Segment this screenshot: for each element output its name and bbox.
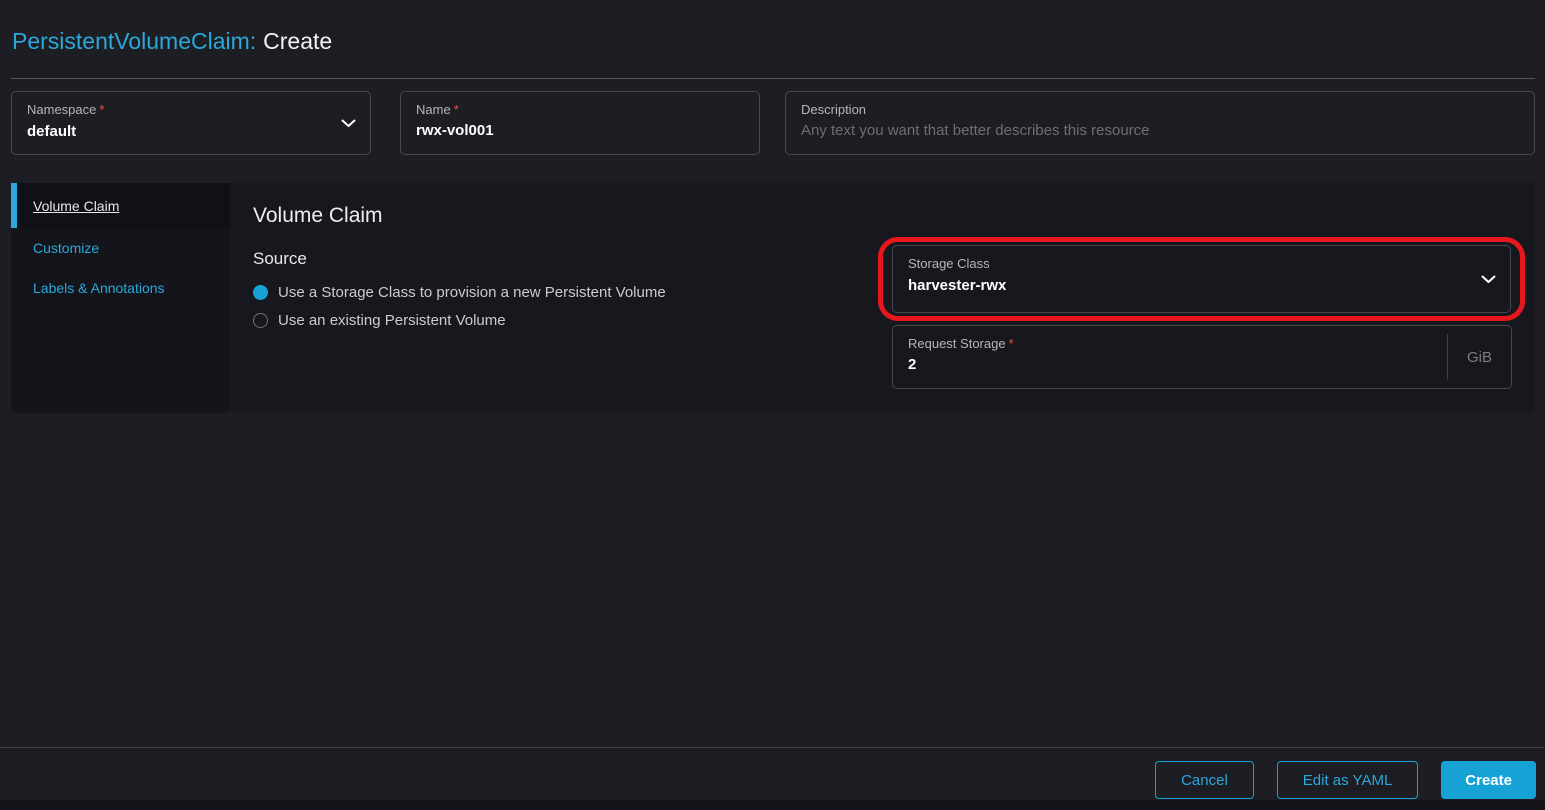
cancel-button[interactable]: Cancel	[1155, 761, 1254, 799]
radio-use-existing-pv-label: Use an existing Persistent Volume	[278, 312, 506, 329]
tab-labels-annotations-label: Labels & Annotations	[33, 280, 165, 296]
required-marker: *	[454, 102, 459, 117]
footer-actions: Cancel Edit as YAML Create	[1155, 761, 1536, 799]
storage-class-value: harvester-rwx	[908, 277, 1495, 294]
tab-customize-label: Customize	[33, 240, 99, 256]
storage-class-label: Storage Class	[908, 256, 1495, 271]
tab-customize[interactable]: Customize	[11, 228, 230, 268]
pvc-create-page: PersistentVolumeClaim: Create Namespace* …	[0, 0, 1545, 810]
namespace-label-text: Namespace	[27, 102, 96, 117]
create-button[interactable]: Create	[1441, 761, 1536, 799]
request-storage-unit: GiB	[1447, 334, 1511, 380]
request-storage-input[interactable]	[908, 356, 1432, 373]
page-title-action: Create	[263, 28, 332, 54]
request-storage-label: Request Storage*	[908, 336, 1432, 351]
radio-use-storage-class-label: Use a Storage Class to provision a new P…	[278, 284, 666, 301]
storage-class-annotation-ring: Storage Class harvester-rwx	[878, 237, 1525, 321]
footer: Cancel Edit as YAML Create	[0, 748, 1545, 810]
namespace-value: default	[27, 123, 355, 140]
tab-volume-claim-label: Volume Claim	[33, 198, 119, 214]
page-title-resource: PersistentVolumeClaim:	[12, 28, 256, 54]
name-input[interactable]	[416, 122, 744, 139]
page-title: PersistentVolumeClaim: Create	[12, 27, 332, 55]
chevron-down-icon	[341, 119, 356, 128]
radio-unselected-icon[interactable]	[253, 313, 268, 328]
tab-labels-annotations[interactable]: Labels & Annotations	[11, 268, 230, 308]
panel-heading: Volume Claim	[253, 203, 1512, 229]
required-marker: *	[99, 102, 104, 117]
request-storage-label-text: Request Storage	[908, 336, 1006, 351]
radio-selected-icon[interactable]	[253, 285, 268, 300]
description-field: Description	[785, 91, 1535, 155]
header-divider	[11, 78, 1535, 79]
tab-container: Volume Claim Customize Labels & Annotati…	[11, 183, 1535, 413]
name-field: Name*	[400, 91, 760, 155]
tab-volume-claim[interactable]: Volume Claim	[11, 183, 230, 228]
tab-body-volume-claim: Volume Claim Source Use a Storage Class …	[230, 183, 1535, 413]
namespace-label: Namespace*	[27, 102, 355, 117]
request-storage-field: Request Storage* GiB	[892, 325, 1512, 389]
request-storage-main: Request Storage*	[893, 326, 1447, 388]
edit-as-yaml-button[interactable]: Edit as YAML	[1277, 761, 1419, 799]
description-label: Description	[801, 102, 1519, 117]
required-marker: *	[1009, 336, 1014, 351]
metadata-fields-row: Namespace* default Name* Description	[11, 91, 1535, 155]
bottom-strip	[0, 800, 1545, 810]
description-input[interactable]	[801, 122, 1519, 139]
tab-sidebar: Volume Claim Customize Labels & Annotati…	[11, 183, 230, 413]
storage-class-select[interactable]: Storage Class harvester-rwx	[892, 245, 1511, 313]
name-label: Name*	[416, 102, 744, 117]
namespace-select[interactable]: Namespace* default	[11, 91, 371, 155]
name-label-text: Name	[416, 102, 451, 117]
chevron-down-icon	[1481, 275, 1496, 284]
